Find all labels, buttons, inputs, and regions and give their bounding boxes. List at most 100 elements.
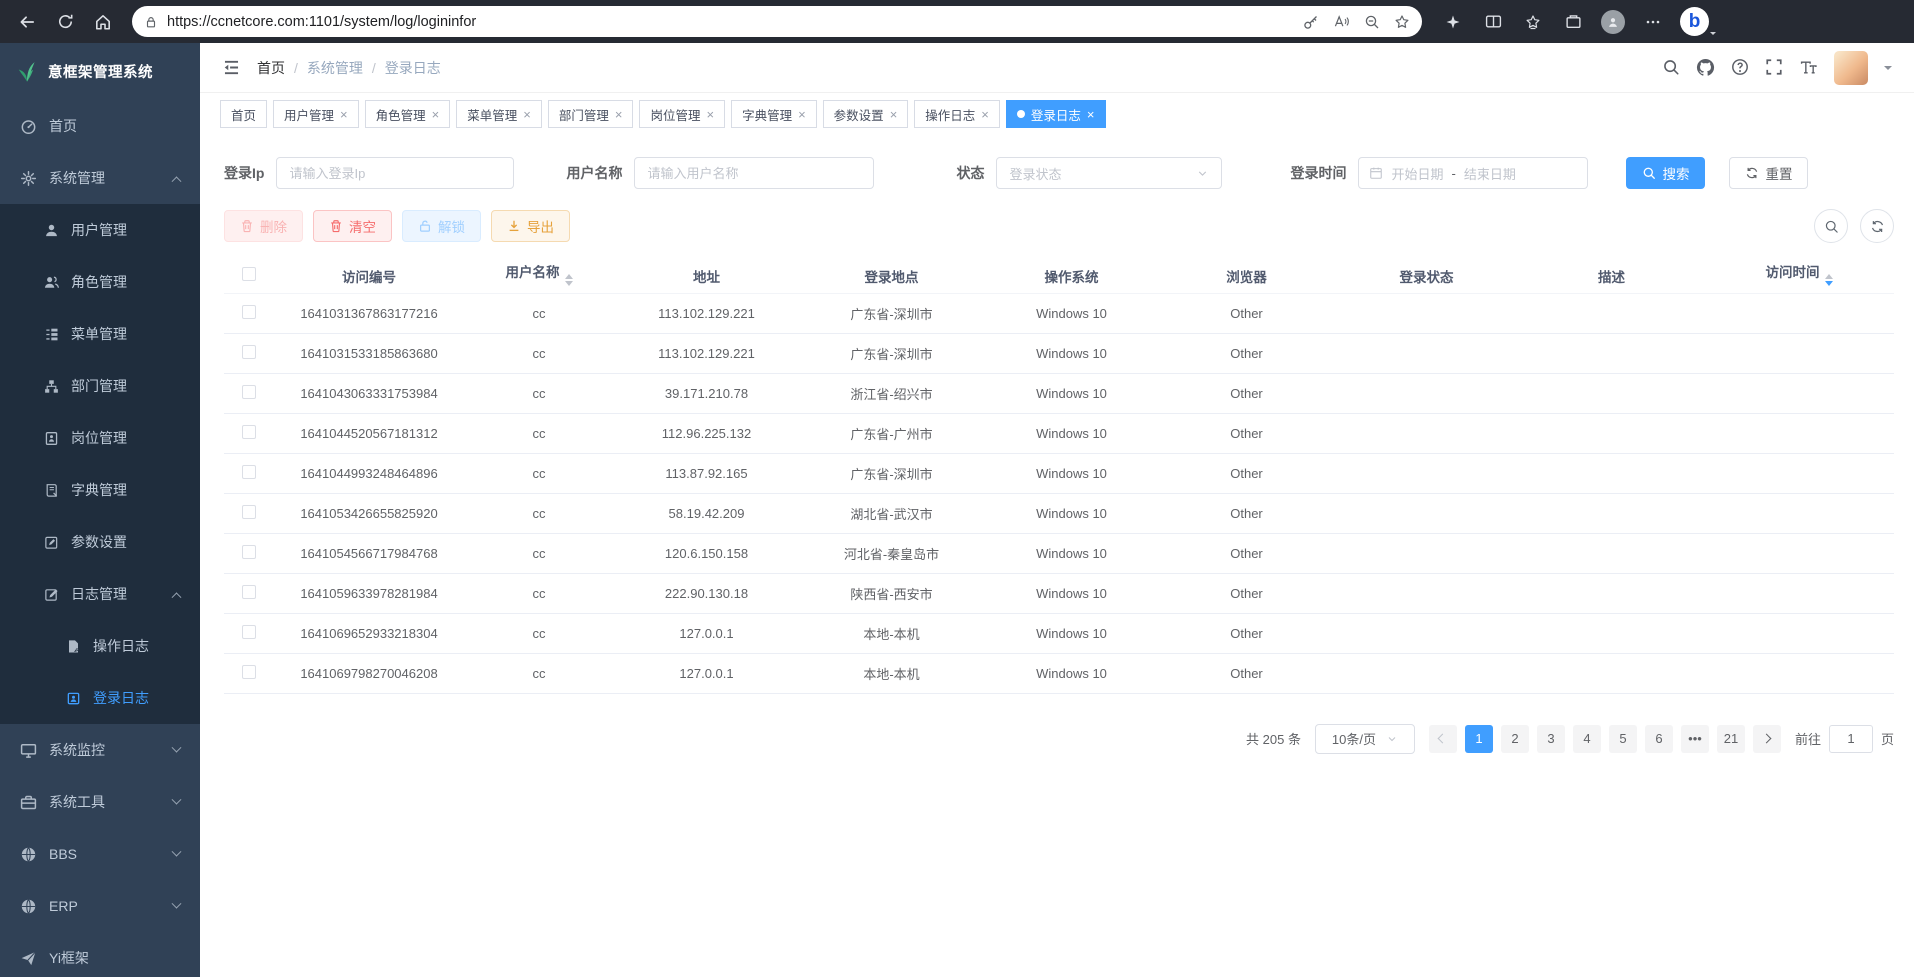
tab-home[interactable]: 首页 bbox=[220, 100, 267, 128]
reset-button[interactable]: 重置 bbox=[1729, 157, 1808, 189]
bing-icon[interactable]: b bbox=[1680, 7, 1709, 36]
next-page-button[interactable] bbox=[1753, 725, 1781, 753]
page-size-select[interactable]: 10条/页 bbox=[1315, 724, 1415, 754]
tab-op-log[interactable]: 操作日志× bbox=[914, 100, 1000, 128]
breadcrumb-item-1[interactable]: 系统管理 bbox=[307, 58, 363, 78]
page-button-2[interactable]: 2 bbox=[1501, 725, 1529, 753]
close-icon[interactable]: × bbox=[706, 108, 714, 121]
page-button-5[interactable]: 5 bbox=[1609, 725, 1637, 753]
export-button[interactable]: 导出 bbox=[491, 210, 570, 242]
close-icon[interactable]: × bbox=[1087, 108, 1095, 121]
row-checkbox[interactable] bbox=[242, 545, 256, 559]
close-icon[interactable]: × bbox=[523, 108, 531, 121]
more-icon[interactable] bbox=[1636, 5, 1670, 39]
tab-dict-mgmt[interactable]: 字典管理× bbox=[731, 100, 817, 128]
favorites-add-icon[interactable] bbox=[1394, 14, 1410, 30]
help-icon[interactable] bbox=[1731, 58, 1749, 76]
tab-dept-mgmt[interactable]: 部门管理× bbox=[548, 100, 634, 128]
hamburger-icon[interactable] bbox=[222, 58, 241, 77]
goto-page-input[interactable] bbox=[1829, 725, 1873, 753]
tab-menu-mgmt[interactable]: 菜单管理× bbox=[456, 100, 542, 128]
close-icon[interactable]: × bbox=[981, 108, 989, 121]
extensions-icon[interactable] bbox=[1436, 5, 1470, 39]
row-checkbox[interactable] bbox=[242, 385, 256, 399]
home-icon[interactable] bbox=[86, 5, 120, 39]
collections-icon[interactable] bbox=[1556, 5, 1590, 39]
sidebar-item-dept-mgmt[interactable]: 部门管理 bbox=[0, 360, 200, 412]
sidebar-item-bbs[interactable]: BBS bbox=[0, 828, 200, 880]
column-header-visit-time[interactable]: 访问时间 bbox=[1704, 259, 1894, 293]
toggle-search-button[interactable] bbox=[1814, 209, 1848, 243]
address-bar[interactable]: https://ccnetcore.com:1101/system/log/lo… bbox=[132, 6, 1422, 37]
sidebar-item-menu-mgmt[interactable]: 菜单管理 bbox=[0, 308, 200, 360]
more-pages-button[interactable]: ••• bbox=[1681, 725, 1709, 753]
avatar[interactable] bbox=[1834, 51, 1868, 85]
caret-down-icon[interactable] bbox=[1884, 66, 1892, 74]
user-name-input[interactable] bbox=[634, 157, 874, 189]
row-checkbox[interactable] bbox=[242, 345, 256, 359]
tab-login-log[interactable]: 登录日志× bbox=[1006, 100, 1106, 128]
sidebar-item-role-mgmt[interactable]: 角色管理 bbox=[0, 256, 200, 308]
tab-role-mgmt[interactable]: 角色管理× bbox=[365, 100, 451, 128]
sort-caret-icon[interactable] bbox=[565, 270, 573, 290]
sidebar-item-dict-mgmt[interactable]: 字典管理 bbox=[0, 464, 200, 516]
page-button-21[interactable]: 21 bbox=[1717, 725, 1745, 753]
sidebar-item-home[interactable]: 首页 bbox=[0, 100, 200, 152]
sort-caret-icon[interactable] bbox=[1825, 270, 1833, 290]
delete-button[interactable]: 删除 bbox=[224, 210, 303, 242]
login-ip-input[interactable] bbox=[276, 157, 514, 189]
app-logo[interactable]: 意框架管理系统 bbox=[0, 43, 200, 100]
sidebar-item-post-mgmt[interactable]: 岗位管理 bbox=[0, 412, 200, 464]
date-range-picker[interactable]: 开始日期 - 结束日期 bbox=[1358, 157, 1588, 189]
sidebar-item-log-mgmt[interactable]: 日志管理 bbox=[0, 568, 200, 620]
close-icon[interactable]: × bbox=[615, 108, 623, 121]
unlock-button[interactable]: 解锁 bbox=[402, 210, 481, 242]
profile-icon[interactable] bbox=[1596, 5, 1630, 39]
clear-button[interactable]: 清空 bbox=[313, 210, 392, 242]
search-icon[interactable] bbox=[1662, 58, 1680, 76]
sidebar-item-system-mgmt[interactable]: 系统管理 bbox=[0, 152, 200, 204]
sidebar-item-op-log[interactable]: 操作日志 bbox=[0, 620, 200, 672]
page-button-6[interactable]: 6 bbox=[1645, 725, 1673, 753]
close-icon[interactable]: × bbox=[890, 108, 898, 121]
back-icon[interactable] bbox=[10, 5, 44, 39]
tab-user-mgmt[interactable]: 用户管理× bbox=[273, 100, 359, 128]
read-aloud-icon[interactable] bbox=[1333, 14, 1350, 29]
sidebar-item-erp[interactable]: ERP bbox=[0, 880, 200, 932]
zoom-icon[interactable] bbox=[1364, 14, 1380, 30]
sidebar-item-user-mgmt[interactable]: 用户管理 bbox=[0, 204, 200, 256]
breadcrumb-item-0[interactable]: 首页 bbox=[257, 58, 285, 78]
sidebar-item-system-tools[interactable]: 系统工具 bbox=[0, 776, 200, 828]
fullscreen-icon[interactable] bbox=[1765, 58, 1783, 76]
reload-icon[interactable] bbox=[48, 5, 82, 39]
font-size-icon[interactable] bbox=[1799, 59, 1818, 77]
tab-post-mgmt[interactable]: 岗位管理× bbox=[639, 100, 725, 128]
github-icon[interactable] bbox=[1696, 58, 1715, 77]
close-icon[interactable]: × bbox=[432, 108, 440, 121]
sidebar-item-login-log[interactable]: 登录日志 bbox=[0, 672, 200, 724]
prev-page-button[interactable] bbox=[1429, 725, 1457, 753]
favorites-icon[interactable] bbox=[1516, 5, 1550, 39]
row-checkbox[interactable] bbox=[242, 305, 256, 319]
status-select[interactable]: 登录状态 bbox=[996, 157, 1222, 189]
sidebar-item-param-settings[interactable]: 参数设置 bbox=[0, 516, 200, 568]
sidebar-item-yi-framework[interactable]: Yi框架 bbox=[0, 932, 200, 977]
tab-param-settings[interactable]: 参数设置× bbox=[823, 100, 909, 128]
row-checkbox[interactable] bbox=[242, 585, 256, 599]
search-button[interactable]: 搜索 bbox=[1626, 157, 1705, 189]
key-icon[interactable] bbox=[1303, 14, 1319, 30]
close-icon[interactable]: × bbox=[798, 108, 806, 121]
page-button-1[interactable]: 1 bbox=[1465, 725, 1493, 753]
select-all-checkbox[interactable] bbox=[242, 267, 256, 281]
sidebar-item-system-monitor[interactable]: 系统监控 bbox=[0, 724, 200, 776]
row-checkbox[interactable] bbox=[242, 465, 256, 479]
split-screen-icon[interactable] bbox=[1476, 5, 1510, 39]
page-button-3[interactable]: 3 bbox=[1537, 725, 1565, 753]
row-checkbox[interactable] bbox=[242, 665, 256, 679]
page-button-4[interactable]: 4 bbox=[1573, 725, 1601, 753]
row-checkbox[interactable] bbox=[242, 425, 256, 439]
refresh-table-button[interactable] bbox=[1860, 209, 1894, 243]
row-checkbox[interactable] bbox=[242, 625, 256, 639]
close-icon[interactable]: × bbox=[340, 108, 348, 121]
row-checkbox[interactable] bbox=[242, 505, 256, 519]
